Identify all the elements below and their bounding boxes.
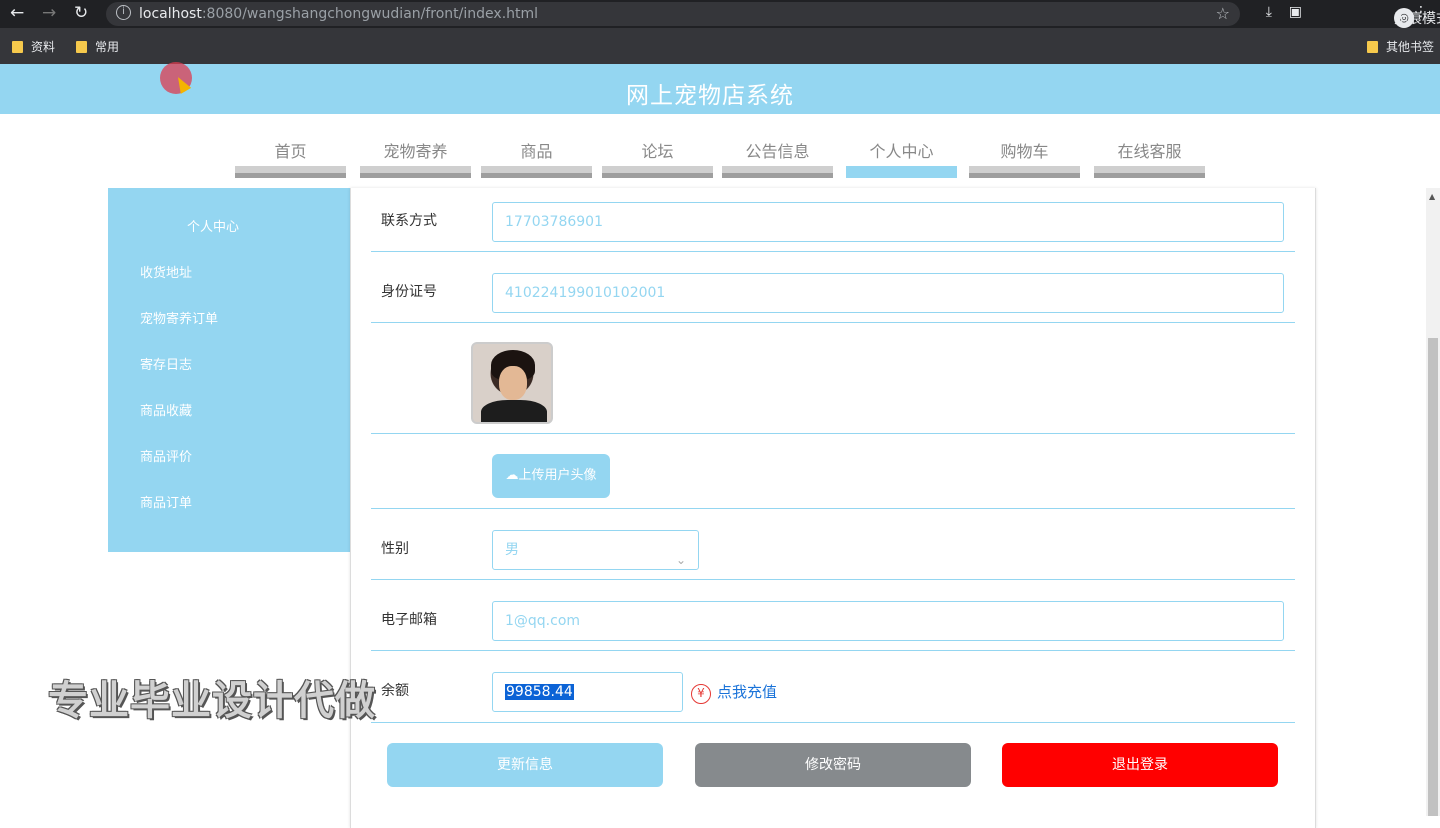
- sidebar-title: 个人中心: [186, 220, 239, 235]
- yen-icon: ¥: [691, 684, 711, 704]
- folder-icon: [12, 41, 23, 53]
- other-bookmarks-label: 其他书签: [1385, 40, 1434, 54]
- email-label: 电子邮箱: [381, 612, 437, 628]
- gender-select[interactable]: 男 ⌄: [492, 530, 699, 570]
- scroll-up-icon[interactable]: ▲: [1429, 192, 1435, 201]
- nav-underline: [722, 166, 833, 178]
- nav-forum[interactable]: 论坛: [602, 114, 713, 178]
- reload-icon[interactable]: ↻: [74, 3, 88, 23]
- browser-toolbar: ← → ↻ i localhost:8080/wangshangchongwud…: [0, 0, 1440, 28]
- other-bookmarks[interactable]: 其他书签: [1366, 38, 1434, 55]
- url-text[interactable]: localhost:8080/wangshangchongwudian/fron…: [139, 6, 538, 22]
- info-icon[interactable]: i: [116, 5, 131, 20]
- side-panel-icon[interactable]: ▣: [1289, 4, 1302, 20]
- sidebar-item-boarding-orders[interactable]: 宠物寄养订单: [140, 308, 218, 327]
- gender-value: 男: [505, 542, 519, 558]
- contact-label: 联系方式: [381, 213, 437, 229]
- bookmark-label: 资料: [31, 40, 56, 54]
- nav-cart[interactable]: 购物车: [969, 114, 1080, 178]
- nav-underline: [481, 166, 592, 178]
- nav-label: 在线客服: [1117, 142, 1182, 161]
- main-nav: 首页 宠物寄养 商品 论坛 公告信息 个人中心 购物车 在线客服: [0, 114, 1440, 180]
- form-row-email: 电子邮箱 1@qq.com: [371, 580, 1295, 651]
- nav-underline: [602, 166, 713, 178]
- nav-customer-service[interactable]: 在线客服: [1094, 114, 1205, 178]
- recharge-link[interactable]: ¥ 点我充值: [691, 681, 777, 704]
- sidebar-item-address[interactable]: 收货地址: [140, 262, 192, 281]
- bookmarks-bar: 资料 常用 其他书签: [0, 28, 1440, 64]
- recharge-label: 点我充值: [717, 683, 778, 701]
- nav-products[interactable]: 商品: [481, 114, 592, 178]
- nav-underline: [969, 166, 1080, 178]
- update-info-button[interactable]: 更新信息: [387, 743, 663, 787]
- site-title: 网上宠物店系统: [626, 83, 794, 109]
- user-avatar: [471, 342, 553, 424]
- bookmark-label: 常用: [95, 40, 120, 54]
- watermark-text: 专业毕业设计代做: [48, 678, 376, 724]
- forward-icon[interactable]: →: [42, 3, 56, 23]
- sidebar-item-storage-log[interactable]: 寄存日志: [140, 354, 192, 373]
- back-icon[interactable]: ←: [10, 3, 24, 23]
- change-password-button[interactable]: 修改密码: [695, 743, 971, 787]
- balance-input[interactable]: 99858.44: [492, 672, 683, 712]
- contact-input[interactable]: 17703786901: [492, 202, 1284, 242]
- address-bar[interactable]: i localhost:8080/wangshangchongwudian/fr…: [106, 2, 1240, 26]
- form-row-gender: 性别 男 ⌄: [371, 509, 1295, 580]
- profile-form-panel: 联系方式 17703786901 身份证号 410224199010102001…: [350, 188, 1316, 828]
- bookmark-folder[interactable]: 常用: [76, 38, 119, 55]
- nav-label: 论坛: [641, 142, 674, 161]
- sidebar-item-orders[interactable]: 商品订单: [140, 492, 192, 511]
- id-number-input[interactable]: 410224199010102001: [492, 273, 1284, 313]
- email-input[interactable]: 1@qq.com: [492, 601, 1284, 641]
- sidebar: 个人中心 收货地址 宠物寄养订单 寄存日志 商品收藏 商品评价 商品订单: [108, 188, 350, 552]
- folder-icon: [76, 41, 87, 53]
- url-path: :8080/wangshangchongwudian/front/index.h…: [201, 6, 539, 22]
- upload-label: 上传用户头像: [518, 468, 597, 483]
- cloud-upload-icon: ☁: [505, 468, 519, 483]
- page-scrollbar[interactable]: ▲: [1426, 188, 1440, 816]
- nav-label: 购物车: [1000, 142, 1049, 161]
- nav-personal-center[interactable]: 个人中心: [846, 114, 957, 178]
- nav-announcements[interactable]: 公告信息: [722, 114, 833, 178]
- bookmark-star-icon[interactable]: ☆: [1216, 4, 1230, 23]
- download-icon[interactable]: ⤓: [1266, 4, 1272, 20]
- nav-underline: [235, 166, 346, 178]
- folder-icon: [1366, 41, 1378, 53]
- nav-pet-boarding[interactable]: 宠物寄养: [360, 114, 471, 178]
- form-row-contact: 联系方式 17703786901: [371, 188, 1295, 252]
- avatar-body: [481, 400, 547, 422]
- nav-label: 宠物寄养: [383, 142, 448, 161]
- sidebar-item-favorites[interactable]: 商品收藏: [140, 400, 192, 419]
- bookmark-folder[interactable]: 资料: [12, 38, 55, 55]
- nav-underline: [846, 166, 957, 178]
- site-header: 网上宠物店系统: [0, 64, 1440, 114]
- nav-underline: [1094, 166, 1205, 178]
- form-row-id: 身份证号 410224199010102001: [371, 252, 1295, 323]
- logout-button[interactable]: 退出登录: [1002, 743, 1278, 787]
- upload-avatar-button[interactable]: ☁上传用户头像: [492, 454, 610, 498]
- menu-icon[interactable]: ⋮: [1414, 4, 1428, 20]
- scrollbar-thumb[interactable]: [1428, 338, 1438, 816]
- nav-label: 个人中心: [869, 142, 934, 161]
- nav-underline: [360, 166, 471, 178]
- gender-label: 性别: [381, 541, 409, 557]
- url-host: localhost: [139, 6, 202, 22]
- balance-value: 99858.44: [505, 684, 574, 700]
- nav-home[interactable]: 首页: [235, 114, 346, 178]
- avatar-face: [499, 366, 527, 400]
- nav-label: 商品: [520, 142, 553, 161]
- id-label: 身份证号: [381, 284, 437, 300]
- nav-label: 首页: [274, 142, 307, 161]
- chevron-down-icon: ⌄: [675, 553, 686, 567]
- nav-label: 公告信息: [745, 142, 810, 161]
- sidebar-item-reviews[interactable]: 商品评价: [140, 446, 192, 465]
- balance-label: 余额: [381, 683, 409, 699]
- form-row-balance: 余额 99858.44: [371, 651, 1295, 723]
